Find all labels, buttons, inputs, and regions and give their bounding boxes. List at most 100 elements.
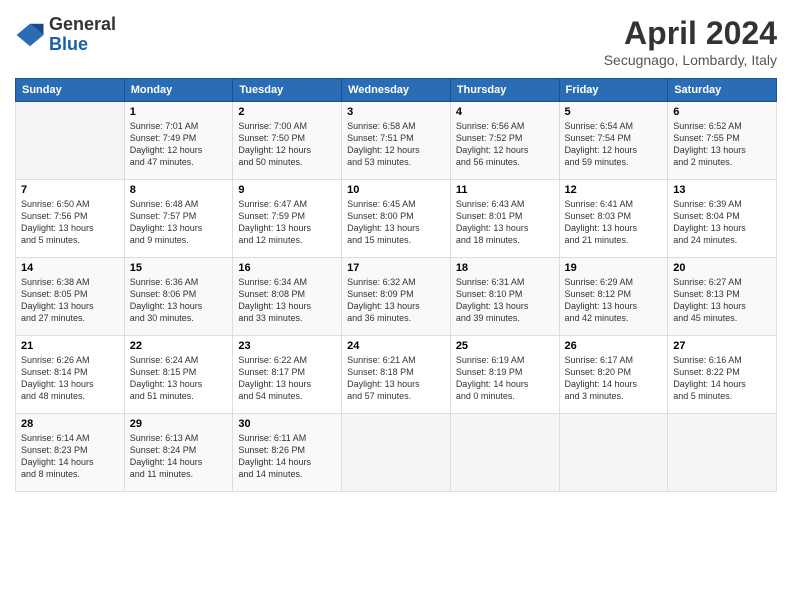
calendar-day-header: Tuesday	[233, 79, 342, 102]
header: General Blue April 2024 Secugnago, Lomba…	[15, 15, 777, 68]
title-section: April 2024 Secugnago, Lombardy, Italy	[604, 15, 777, 68]
day-number: 16	[238, 262, 336, 274]
calendar-day-cell	[342, 414, 451, 492]
day-info: Sunrise: 6:58 AMSunset: 7:51 PMDaylight:…	[347, 120, 445, 169]
day-number: 24	[347, 340, 445, 352]
calendar-day-header: Monday	[124, 79, 233, 102]
calendar-day-cell: 22 Sunrise: 6:24 AMSunset: 8:15 PMDayligh…	[124, 336, 233, 414]
day-info: Sunrise: 6:14 AMSunset: 8:23 PMDaylight:…	[21, 432, 119, 481]
day-info: Sunrise: 6:47 AMSunset: 7:59 PMDaylight:…	[238, 198, 336, 247]
calendar-day-cell	[16, 102, 125, 180]
calendar-day-cell: 4 Sunrise: 6:56 AMSunset: 7:52 PMDaylight…	[450, 102, 559, 180]
calendar-week-row: 14Sunrise: 6:38 AMSunset: 8:05 PMDayligh…	[16, 258, 777, 336]
day-number: 2	[238, 106, 336, 118]
day-info: Sunrise: 6:29 AMSunset: 8:12 PMDaylight:…	[565, 276, 663, 325]
calendar-day-cell: 19Sunrise: 6:29 AMSunset: 8:12 PMDayligh…	[559, 258, 668, 336]
day-info: Sunrise: 7:00 AMSunset: 7:50 PMDaylight:…	[238, 120, 336, 169]
calendar-day-cell: 23 Sunrise: 6:22 AMSunset: 8:17 PMDayligh…	[233, 336, 342, 414]
day-info: Sunrise: 6:39 AMSunset: 8:04 PMDaylight:…	[673, 198, 771, 247]
calendar-day-header: Sunday	[16, 79, 125, 102]
logo: General Blue	[15, 15, 116, 55]
calendar-day-cell: 5Sunrise: 6:54 AMSunset: 7:54 PMDaylight…	[559, 102, 668, 180]
calendar-day-cell: 3 Sunrise: 6:58 AMSunset: 7:51 PMDaylight…	[342, 102, 451, 180]
day-number: 4	[456, 106, 554, 118]
calendar-day-cell: 17 Sunrise: 6:32 AMSunset: 8:09 PMDayligh…	[342, 258, 451, 336]
day-info: Sunrise: 6:32 AMSunset: 8:09 PMDaylight:…	[347, 276, 445, 325]
calendar-day-header: Saturday	[668, 79, 777, 102]
day-number: 27	[673, 340, 771, 352]
day-number: 22	[130, 340, 228, 352]
logo-text: General Blue	[49, 15, 116, 55]
calendar-day-cell: 16 Sunrise: 6:34 AMSunset: 8:08 PMDayligh…	[233, 258, 342, 336]
day-number: 23	[238, 340, 336, 352]
calendar-day-cell: 13 Sunrise: 6:39 AMSunset: 8:04 PMDayligh…	[668, 180, 777, 258]
day-number: 15	[130, 262, 228, 274]
calendar-day-cell: 26Sunrise: 6:17 AMSunset: 8:20 PMDayligh…	[559, 336, 668, 414]
day-info: Sunrise: 6:43 AMSunset: 8:01 PMDaylight:…	[456, 198, 554, 247]
day-info: Sunrise: 6:34 AMSunset: 8:08 PMDaylight:…	[238, 276, 336, 325]
calendar-week-row: 28 Sunrise: 6:14 AMSunset: 8:23 PMDayligh…	[16, 414, 777, 492]
day-info: Sunrise: 6:22 AMSunset: 8:17 PMDaylight:…	[238, 354, 336, 403]
calendar-day-cell: 1Sunrise: 7:01 AMSunset: 7:49 PMDaylight…	[124, 102, 233, 180]
calendar-day-cell: 21Sunrise: 6:26 AMSunset: 8:14 PMDayligh…	[16, 336, 125, 414]
day-number: 29	[130, 418, 228, 430]
calendar-day-cell: 18 Sunrise: 6:31 AMSunset: 8:10 PMDayligh…	[450, 258, 559, 336]
day-info: Sunrise: 6:52 AMSunset: 7:55 PMDaylight:…	[673, 120, 771, 169]
calendar-day-cell: 9Sunrise: 6:47 AMSunset: 7:59 PMDaylight…	[233, 180, 342, 258]
day-number: 14	[21, 262, 119, 274]
day-number: 26	[565, 340, 663, 352]
calendar-day-cell	[559, 414, 668, 492]
calendar-day-header: Thursday	[450, 79, 559, 102]
day-number: 3	[347, 106, 445, 118]
day-number: 11	[456, 184, 554, 196]
day-number: 25	[456, 340, 554, 352]
calendar-day-cell: 10 Sunrise: 6:45 AMSunset: 8:00 PMDayligh…	[342, 180, 451, 258]
day-info: Sunrise: 6:31 AMSunset: 8:10 PMDaylight:…	[456, 276, 554, 325]
day-info: Sunrise: 6:50 AMSunset: 7:56 PMDaylight:…	[21, 198, 119, 247]
logo-line2: Blue	[49, 35, 116, 55]
calendar-day-cell: 8 Sunrise: 6:48 AMSunset: 7:57 PMDaylight…	[124, 180, 233, 258]
day-number: 20	[673, 262, 771, 274]
day-number: 13	[673, 184, 771, 196]
day-info: Sunrise: 6:36 AMSunset: 8:06 PMDaylight:…	[130, 276, 228, 325]
calendar-day-cell: 24 Sunrise: 6:21 AMSunset: 8:18 PMDayligh…	[342, 336, 451, 414]
calendar-day-cell: 27Sunrise: 6:16 AMSunset: 8:22 PMDayligh…	[668, 336, 777, 414]
day-number: 5	[565, 106, 663, 118]
day-info: Sunrise: 6:48 AMSunset: 7:57 PMDaylight:…	[130, 198, 228, 247]
day-info: Sunrise: 6:11 AMSunset: 8:26 PMDaylight:…	[238, 432, 336, 481]
calendar-week-row: 7 Sunrise: 6:50 AMSunset: 7:56 PMDaylight…	[16, 180, 777, 258]
logo-icon	[15, 20, 45, 50]
day-number: 8	[130, 184, 228, 196]
day-number: 18	[456, 262, 554, 274]
day-number: 6	[673, 106, 771, 118]
day-info: Sunrise: 6:24 AMSunset: 8:15 PMDaylight:…	[130, 354, 228, 403]
day-info: Sunrise: 6:19 AMSunset: 8:19 PMDaylight:…	[456, 354, 554, 403]
day-number: 30	[238, 418, 336, 430]
day-number: 10	[347, 184, 445, 196]
day-number: 1	[130, 106, 228, 118]
day-info: Sunrise: 6:41 AMSunset: 8:03 PMDaylight:…	[565, 198, 663, 247]
day-number: 28	[21, 418, 119, 430]
calendar-day-cell: 29 Sunrise: 6:13 AMSunset: 8:24 PMDayligh…	[124, 414, 233, 492]
day-number: 7	[21, 184, 119, 196]
day-info: Sunrise: 6:13 AMSunset: 8:24 PMDaylight:…	[130, 432, 228, 481]
calendar-day-cell: 30 Sunrise: 6:11 AMSunset: 8:26 PMDayligh…	[233, 414, 342, 492]
calendar-day-cell: 2 Sunrise: 7:00 AMSunset: 7:50 PMDaylight…	[233, 102, 342, 180]
day-info: Sunrise: 6:45 AMSunset: 8:00 PMDaylight:…	[347, 198, 445, 247]
location-subtitle: Secugnago, Lombardy, Italy	[604, 52, 777, 68]
calendar-day-cell: 12 Sunrise: 6:41 AMSunset: 8:03 PMDayligh…	[559, 180, 668, 258]
calendar-day-cell	[450, 414, 559, 492]
day-number: 12	[565, 184, 663, 196]
day-number: 17	[347, 262, 445, 274]
calendar-week-row: 21Sunrise: 6:26 AMSunset: 8:14 PMDayligh…	[16, 336, 777, 414]
day-info: Sunrise: 6:21 AMSunset: 8:18 PMDaylight:…	[347, 354, 445, 403]
calendar-day-header: Friday	[559, 79, 668, 102]
calendar-day-cell: 15 Sunrise: 6:36 AMSunset: 8:06 PMDayligh…	[124, 258, 233, 336]
calendar-day-cell: 25 Sunrise: 6:19 AMSunset: 8:19 PMDayligh…	[450, 336, 559, 414]
day-number: 21	[21, 340, 119, 352]
calendar-day-header: Wednesday	[342, 79, 451, 102]
calendar-day-cell: 7 Sunrise: 6:50 AMSunset: 7:56 PMDaylight…	[16, 180, 125, 258]
calendar-day-cell: 11 Sunrise: 6:43 AMSunset: 8:01 PMDayligh…	[450, 180, 559, 258]
day-info: Sunrise: 6:56 AMSunset: 7:52 PMDaylight:…	[456, 120, 554, 169]
calendar-day-cell: 6 Sunrise: 6:52 AMSunset: 7:55 PMDaylight…	[668, 102, 777, 180]
